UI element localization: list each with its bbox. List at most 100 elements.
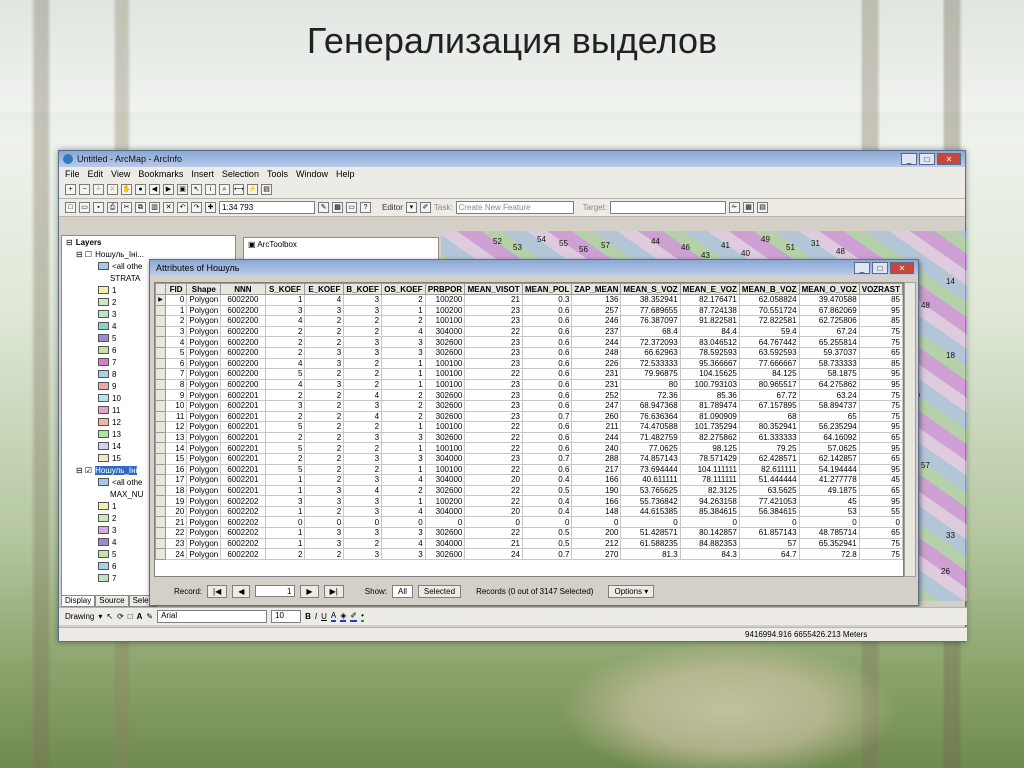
table-cell[interactable]: 20 (464, 474, 523, 486)
table-cell[interactable]: 84.125 (738, 368, 800, 380)
table-cell[interactable]: 0.6 (521, 336, 573, 348)
table-cell[interactable]: 79.96875 (620, 368, 681, 380)
font-color-icon[interactable]: A (330, 611, 337, 622)
table-cell[interactable]: 14 (164, 442, 188, 454)
table-cell[interactable]: 212 (571, 537, 622, 550)
table-cell[interactable]: 3 (304, 527, 345, 539)
table-cell[interactable]: 1 (164, 304, 188, 317)
table-cell[interactable]: 0.5 (521, 527, 573, 539)
table-cell[interactable]: 2 (264, 548, 306, 560)
measure-icon[interactable]: ⟷ (233, 184, 244, 195)
table-cell[interactable]: 3 (381, 336, 426, 348)
callout-icon[interactable]: ✎ (146, 612, 153, 621)
table-cell[interactable]: 44.615385 (620, 505, 681, 518)
maximize-button[interactable]: □ (919, 153, 935, 165)
menu-view[interactable]: View (111, 169, 130, 179)
pointer-icon[interactable]: ↖ (191, 184, 202, 195)
table-cell[interactable]: 95 (858, 442, 903, 454)
table-cell[interactable]: 63.592593 (738, 346, 800, 359)
table-cell[interactable]: 252 (571, 389, 622, 401)
table-cell[interactable]: 3 (304, 378, 345, 391)
table-cell[interactable]: 304000 (424, 325, 466, 338)
next-record-button[interactable]: ▶ (300, 584, 319, 598)
table-cell[interactable]: 2 (304, 389, 345, 401)
table-cell[interactable]: Polygon (186, 304, 222, 317)
table-cell[interactable]: 95.366667 (679, 357, 740, 370)
select-features-icon[interactable]: ▣ (177, 184, 188, 195)
row-selector[interactable] (155, 357, 166, 370)
table-cell[interactable]: 71.482759 (620, 431, 681, 444)
zoom-out-icon[interactable]: − (79, 184, 90, 195)
attributes-minimize-button[interactable]: _ (854, 261, 870, 274)
table-cell[interactable]: 6002201 (220, 452, 266, 465)
table-cell[interactable]: 190 (571, 484, 622, 497)
table-cell[interactable]: 3 (304, 346, 345, 359)
table-cell[interactable]: 0 (464, 516, 523, 529)
table-cell[interactable]: Polygon (186, 484, 222, 497)
table-cell[interactable]: 6002202 (220, 516, 266, 529)
table-cell[interactable]: 6002201 (220, 410, 266, 423)
table-cell[interactable]: Polygon (186, 548, 222, 560)
table-cell[interactable]: 248 (571, 346, 622, 359)
table-cell[interactable]: 6002200 (220, 357, 266, 370)
table-cell[interactable]: 302600 (424, 346, 466, 359)
html-popup-icon[interactable]: ▤ (261, 184, 272, 195)
table-cell[interactable]: 2 (343, 537, 383, 550)
table-cell[interactable]: 68.947368 (620, 399, 681, 412)
table-cell[interactable]: 13 (164, 431, 188, 444)
table-cell[interactable]: 3 (343, 495, 383, 507)
identify-icon[interactable]: i (205, 184, 216, 195)
table-cell[interactable]: 65 (858, 527, 903, 539)
table-row[interactable]: 11 Polygon 6002201 2 2 4 2 302600 23 0.7 260 76.636… (155, 410, 903, 423)
table-cell[interactable]: 246 (571, 315, 622, 327)
table-cell[interactable]: 6002200 (220, 294, 266, 306)
table-cell[interactable]: 0.5 (521, 484, 573, 497)
table-cell[interactable]: 6002200 (220, 346, 266, 359)
table-row[interactable]: 24 Polygon 6002202 2 2 3 3 302600 24 0.7 270 81.3 84… (155, 548, 903, 560)
row-selector[interactable] (155, 378, 166, 391)
table-cell[interactable]: 61.333333 (738, 431, 800, 444)
table-cell[interactable]: 0.6 (521, 325, 573, 338)
table-cell[interactable]: 75 (858, 336, 903, 348)
table-cell[interactable]: 302600 (424, 548, 466, 560)
table-cell[interactable]: 75 (858, 399, 903, 412)
table-cell[interactable]: 76.636364 (620, 410, 681, 423)
table-cell[interactable]: 81.789474 (679, 399, 740, 412)
column-header[interactable]: NNN (220, 283, 266, 295)
table-cell[interactable]: 2 (264, 325, 306, 338)
table-cell[interactable]: 2 (381, 399, 426, 412)
table-cell[interactable]: 2 (264, 431, 306, 444)
fill-color-icon[interactable]: ◈ (340, 611, 347, 622)
table-cell[interactable]: 38.352941 (620, 294, 681, 306)
table-cell[interactable]: 48.785714 (798, 527, 860, 539)
table-cell[interactable]: 3 (304, 304, 345, 317)
table-cell[interactable]: Polygon (186, 410, 222, 423)
table-cell[interactable]: 23 (464, 346, 523, 359)
row-selector[interactable] (155, 315, 166, 327)
table-cell[interactable]: 73.694444 (620, 463, 681, 476)
table-cell[interactable]: 57 (738, 537, 800, 550)
table-cell[interactable]: 3 (164, 325, 188, 338)
table-cell[interactable]: 3 (381, 431, 426, 444)
table-cell[interactable]: 3 (343, 527, 383, 539)
table-cell[interactable]: 95 (858, 378, 903, 391)
table-cell[interactable]: 244 (571, 336, 622, 348)
table-cell[interactable]: 23 (464, 389, 523, 401)
table-cell[interactable]: 63.5625 (738, 484, 800, 497)
row-selector[interactable] (155, 495, 166, 507)
table-cell[interactable]: 0.7 (521, 410, 573, 423)
table-cell[interactable]: 4 (343, 484, 383, 497)
table-cell[interactable]: 304000 (424, 537, 466, 550)
table-cell[interactable]: 40.611111 (620, 474, 681, 486)
table-cell[interactable]: Polygon (186, 474, 222, 486)
table-cell[interactable]: 8 (164, 378, 188, 391)
table-cell[interactable]: 166 (571, 474, 622, 486)
table-cell[interactable]: 1 (264, 505, 306, 518)
paste-icon[interactable]: ▥ (149, 202, 160, 213)
row-selector[interactable] (155, 452, 166, 465)
first-record-button[interactable]: |◀ (207, 584, 228, 598)
table-cell[interactable]: Polygon (186, 537, 222, 550)
table-cell[interactable]: 3 (343, 346, 383, 359)
table-cell[interactable]: 65 (858, 346, 903, 359)
table-cell[interactable]: 100200 (424, 294, 466, 306)
